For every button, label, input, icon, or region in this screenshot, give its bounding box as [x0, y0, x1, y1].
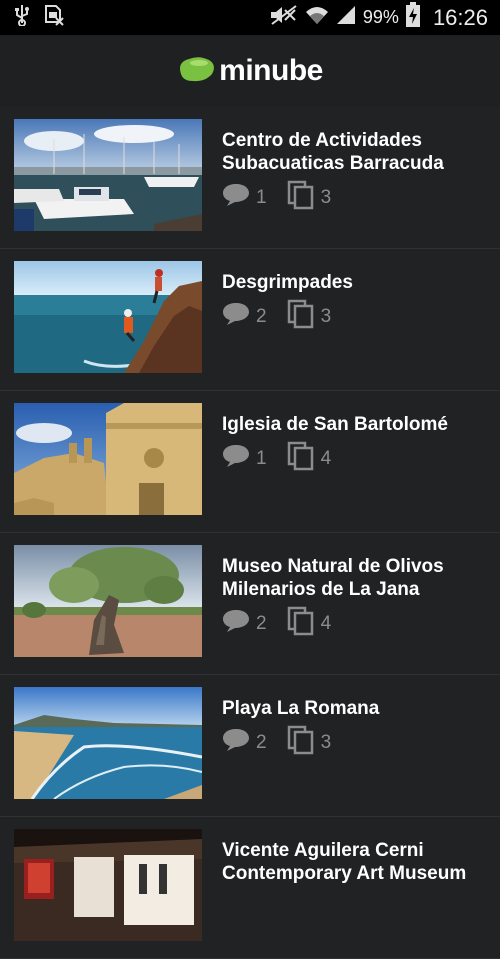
list-item[interactable]: Iglesia de San Bartolomé 1 4	[0, 391, 500, 533]
photos-count[interactable]: 4	[287, 441, 331, 476]
photos-count[interactable]: 4	[287, 606, 331, 641]
list-item[interactable]: Desgrimpades 2 3	[0, 249, 500, 391]
list-item[interactable]: Museo Natural de Olivos Milenarios de La…	[0, 533, 500, 675]
comments-count[interactable]: 2	[222, 728, 267, 757]
comment-bubble-icon	[222, 609, 250, 638]
photo-stack-icon	[287, 180, 315, 215]
place-thumbnail[interactable]	[14, 545, 202, 657]
comments-count[interactable]: 1	[222, 183, 267, 212]
comments-count[interactable]: 2	[222, 609, 267, 638]
list-item[interactable]: Centro de Actividades Subacuaticas Barra…	[0, 107, 500, 249]
wifi-icon	[305, 4, 329, 31]
mute-icon	[269, 4, 299, 31]
photo-stack-icon	[287, 606, 315, 641]
list-item[interactable]: Vicente Aguilera Cerni Contemporary Art …	[0, 817, 500, 959]
comments-count[interactable]: 2	[222, 302, 267, 331]
sim-card-icon	[44, 4, 64, 31]
place-stats: 2 3	[222, 725, 351, 760]
comment-bubble-icon	[222, 302, 250, 331]
place-stats: 1 4	[222, 441, 351, 476]
place-thumbnail[interactable]	[14, 403, 202, 515]
logo-text: minube	[219, 54, 323, 87]
usb-icon	[14, 4, 30, 31]
minube-logo[interactable]: minube	[177, 54, 323, 89]
comment-bubble-icon	[222, 183, 250, 212]
place-thumbnail[interactable]	[14, 119, 202, 231]
places-list[interactable]: Centro de Actividades Subacuaticas Barra…	[0, 107, 500, 959]
logo-blob-icon	[177, 54, 217, 89]
status-bar: 99% 16:26	[0, 0, 500, 35]
place-title[interactable]: Desgrimpades	[222, 271, 487, 294]
battery-percent: 99%	[362, 7, 399, 27]
comments-count[interactable]: 1	[222, 444, 267, 473]
place-title[interactable]: Iglesia de San Bartolomé	[222, 413, 487, 436]
place-thumbnail[interactable]	[14, 261, 202, 373]
comment-bubble-icon	[222, 444, 250, 473]
comment-bubble-icon	[222, 728, 250, 757]
clock: 16:26	[432, 4, 488, 30]
place-stats: 2 4	[222, 606, 351, 641]
app-header: minube	[0, 35, 500, 108]
signal-icon	[335, 4, 357, 31]
place-title[interactable]: Museo Natural de Olivos Milenarios de La…	[222, 555, 487, 601]
photo-stack-icon	[287, 299, 315, 334]
list-item[interactable]: Playa La Romana 2 3	[0, 675, 500, 817]
photo-stack-icon	[287, 725, 315, 760]
place-stats: 2 3	[222, 299, 351, 334]
photos-count[interactable]: 3	[287, 180, 331, 215]
photo-stack-icon	[287, 441, 315, 476]
place-title[interactable]: Centro de Actividades Subacuaticas Barra…	[222, 129, 487, 175]
place-thumbnail[interactable]	[14, 687, 202, 799]
photos-count[interactable]: 3	[287, 725, 331, 760]
place-title[interactable]: Playa La Romana	[222, 697, 487, 720]
battery-charging-icon	[405, 2, 421, 33]
place-thumbnail[interactable]	[14, 829, 202, 941]
place-stats: 1 3	[222, 180, 351, 215]
place-title[interactable]: Vicente Aguilera Cerni Contemporary Art …	[222, 839, 487, 885]
photos-count[interactable]: 3	[287, 299, 331, 334]
